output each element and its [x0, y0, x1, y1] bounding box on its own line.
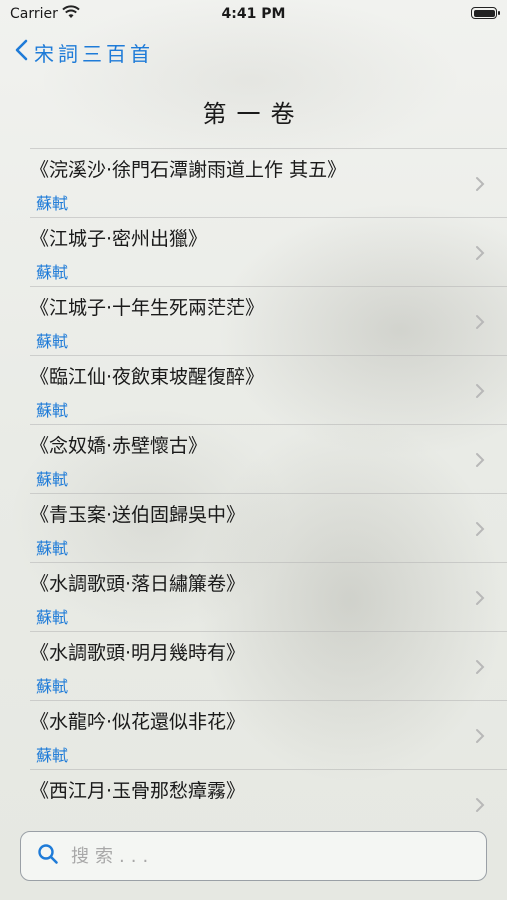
chevron-right-icon — [475, 176, 485, 196]
chevron-right-icon — [475, 245, 485, 265]
page-title: 第一卷 — [202, 100, 305, 128]
list-item[interactable]: 《水調歌頭·明月幾時有》 蘇軾 — [30, 631, 507, 700]
chevron-right-icon — [475, 590, 485, 610]
list-item[interactable]: 《青玉案·送伯固歸吳中》 蘇軾 — [30, 493, 507, 562]
poem-title: 《臨江仙·夜飲東坡醒復醉》 — [30, 366, 265, 388]
poem-author: 蘇軾 — [36, 608, 69, 627]
poem-title: 《江城子·十年生死兩茫茫》 — [30, 297, 265, 319]
clock: 4:41 PM — [221, 6, 286, 22]
back-button-label: 宋詞三百首 — [34, 42, 154, 66]
poem-author: 蘇軾 — [36, 401, 69, 420]
search-icon — [21, 843, 59, 869]
poem-author: 蘇軾 — [36, 746, 69, 765]
chevron-right-icon — [475, 314, 485, 334]
chevron-left-icon — [14, 39, 34, 66]
status-bar: Carrier 4:41 PM — [0, 0, 507, 30]
poem-title: 《浣溪沙·徐門石潭謝雨道上作 其五》 — [30, 159, 347, 181]
battery-icon — [471, 7, 500, 19]
list-item[interactable]: 《臨江仙·夜飲東坡醒復醉》 蘇軾 — [30, 355, 507, 424]
list-item[interactable]: 《水調歌頭·落日繡簾卷》 蘇軾 — [30, 562, 507, 631]
poem-author: 蘇軾 — [36, 539, 69, 558]
chevron-right-icon — [475, 452, 485, 472]
poem-author: 蘇軾 — [36, 194, 69, 213]
poem-author: 蘇軾 — [36, 677, 69, 696]
list-item[interactable]: 《西江月·玉骨那愁瘴霧》 — [30, 769, 507, 838]
poem-title: 《水龍吟·似花還似非花》 — [30, 711, 246, 733]
chevron-right-icon — [475, 797, 485, 817]
poem-list: 《浣溪沙·徐門石潭謝雨道上作 其五》 蘇軾 《江城子·密州出獵》 蘇軾 《江城子… — [0, 148, 507, 838]
chevron-right-icon — [475, 383, 485, 403]
poem-title: 《西江月·玉骨那愁瘴霧》 — [30, 780, 246, 802]
list-item[interactable]: 《浣溪沙·徐門石潭謝雨道上作 其五》 蘇軾 — [30, 148, 507, 217]
list-item[interactable]: 《水龍吟·似花還似非花》 蘇軾 — [30, 700, 507, 769]
list-item[interactable]: 《念奴嬌·赤壁懷古》 蘇軾 — [30, 424, 507, 493]
back-button[interactable]: 宋詞三百首 — [14, 38, 154, 67]
poem-title: 《江城子·密州出獵》 — [30, 228, 208, 250]
search-input[interactable] — [69, 844, 453, 868]
poem-author: 蘇軾 — [36, 332, 69, 351]
chevron-right-icon — [475, 659, 485, 679]
poem-author: 蘇軾 — [36, 263, 69, 282]
chevron-right-icon — [475, 728, 485, 748]
poem-author: 蘇軾 — [36, 470, 69, 489]
poem-title: 《青玉案·送伯固歸吳中》 — [30, 504, 246, 526]
list-item[interactable]: 《江城子·密州出獵》 蘇軾 — [30, 217, 507, 286]
list-item[interactable]: 《江城子·十年生死兩茫茫》 蘇軾 — [30, 286, 507, 355]
navigation-bar: 宋詞三百首 — [0, 34, 507, 74]
search-bar[interactable] — [20, 831, 487, 881]
poem-title: 《水調歌頭·落日繡簾卷》 — [30, 573, 246, 595]
chevron-right-icon — [475, 521, 485, 541]
poem-title: 《念奴嬌·赤壁懷古》 — [30, 435, 208, 457]
poem-title: 《水調歌頭·明月幾時有》 — [30, 642, 246, 664]
